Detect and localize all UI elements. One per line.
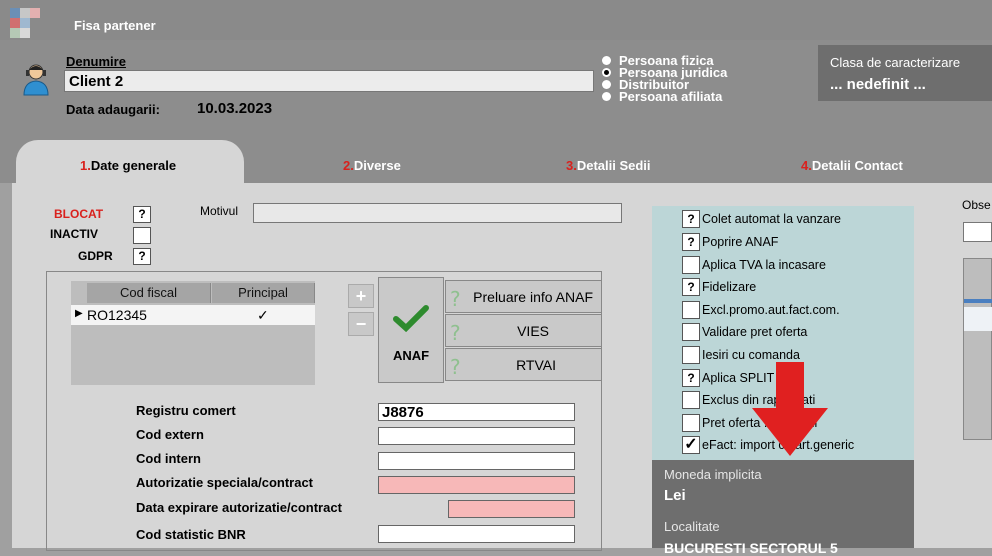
- cod-intern-input[interactable]: [378, 452, 575, 470]
- inactiv-checkbox[interactable]: [133, 227, 151, 244]
- cod-statistic-bnr-input[interactable]: [378, 525, 575, 543]
- app-icon: [10, 8, 50, 40]
- autorizatie-label: Autorizatie speciala/contract: [136, 475, 313, 490]
- cod-fiscal-grid[interactable]: Cod fiscal Principal ▶ RO12345 ✓: [71, 281, 315, 385]
- tab-date-generale-label: 1.Date generale: [80, 158, 177, 173]
- radio-label: Persoana afiliata: [619, 88, 723, 104]
- observatii-input[interactable]: [963, 222, 992, 242]
- option-excl-promo[interactable]: Excl.promo.aut.fact.com.: [682, 301, 840, 319]
- inactiv-label: INACTIV: [50, 227, 98, 241]
- option-checkbox[interactable]: [682, 414, 700, 432]
- option-checkbox[interactable]: ?: [682, 210, 700, 228]
- preluare-info-anaf-button[interactable]: ? Preluare info ANAF: [445, 280, 602, 313]
- anaf-label: ANAF: [393, 348, 430, 363]
- moneda-implicita[interactable]: Moneda implicita Lei: [652, 460, 914, 512]
- rtvai-button[interactable]: ? RTVAI: [445, 348, 602, 381]
- data-adaugarii-value: 10.03.2023: [197, 100, 273, 117]
- cod-statistic-bnr-label: Cod statistic BNR: [136, 527, 246, 542]
- gdpr-checkbox[interactable]: ?: [133, 248, 151, 265]
- denumire-input[interactable]: Client 2: [64, 70, 594, 92]
- option-poprire-anaf[interactable]: ? Poprire ANAF: [682, 233, 778, 251]
- cod-fiscal-cell: RO12345: [87, 307, 147, 323]
- radio-dot: [602, 55, 611, 65]
- anaf-button[interactable]: ANAF: [378, 277, 444, 383]
- localitate-label: Localitate: [664, 519, 720, 534]
- option-colet-automat[interactable]: ? Colet automat la vanzare: [682, 210, 841, 228]
- data-adaugarii-label: Data adaugarii:: [66, 102, 160, 117]
- vies-button[interactable]: ? VIES: [445, 314, 602, 347]
- grid-row-controls: + −: [348, 284, 376, 336]
- tab-diverse[interactable]: 2.Diverse: [343, 158, 401, 173]
- option-checkbox[interactable]: [682, 323, 700, 341]
- localitate[interactable]: Localitate BUCURESTI SECTORUL 5: [652, 512, 914, 556]
- registru-comert-input[interactable]: J8876: [378, 403, 575, 421]
- moneda-value: Lei: [664, 487, 686, 504]
- gdpr-label: GDPR: [78, 249, 113, 263]
- data-expirare-input[interactable]: [448, 500, 575, 518]
- clasa-label: Clasa de caracterizare: [830, 55, 961, 70]
- radio-persoana-afiliata[interactable]: Persoana afiliata: [602, 88, 727, 104]
- question-icon: ?: [450, 321, 461, 345]
- option-checkbox[interactable]: [682, 346, 700, 364]
- user-icon: [23, 64, 49, 96]
- radio-dot-selected: [602, 67, 611, 77]
- add-row-button[interactable]: +: [348, 284, 374, 308]
- option-checkbox[interactable]: [682, 391, 700, 409]
- option-checkbox[interactable]: ?: [682, 278, 700, 296]
- table-row[interactable]: ▶ RO12345 ✓: [71, 305, 315, 325]
- radio-dot: [602, 91, 611, 101]
- motivul-input[interactable]: [253, 203, 622, 223]
- grid-selection-bar: [964, 299, 992, 303]
- cod-intern-label: Cod intern: [136, 451, 201, 466]
- option-checkbox[interactable]: ✓: [682, 436, 700, 454]
- option-checkbox[interactable]: ?: [682, 369, 700, 387]
- option-checkbox[interactable]: [682, 256, 700, 274]
- blocat-label: BLOCAT: [54, 207, 104, 221]
- observatii-label: Obse: [962, 198, 991, 212]
- checkmark-icon: [393, 305, 429, 332]
- localitate-value: BUCURESTI SECTORUL 5: [664, 540, 838, 556]
- tab-detalii-sedii[interactable]: 3.Detalii Sedii: [566, 158, 651, 173]
- autorizatie-input[interactable]: [378, 476, 575, 494]
- option-validare-pret[interactable]: Validare pret oferta: [682, 323, 807, 341]
- radio-dot: [602, 79, 611, 89]
- question-icon: ?: [450, 287, 461, 311]
- grid-row: [964, 307, 992, 331]
- option-checkbox[interactable]: [682, 301, 700, 319]
- remove-row-button[interactable]: −: [348, 312, 374, 336]
- cod-extern-label: Cod extern: [136, 427, 204, 442]
- observatii-grid[interactable]: [963, 258, 992, 440]
- tab-detalii-contact[interactable]: 4.Detalii Contact: [801, 158, 903, 173]
- blocat-checkbox[interactable]: ?: [133, 206, 151, 223]
- data-expirare-label: Data expirare autorizatie/contract: [136, 500, 342, 515]
- option-tva-incasare[interactable]: Aplica TVA la incasare: [682, 256, 826, 274]
- cod-extern-input[interactable]: [378, 427, 575, 445]
- partner-type-radio-group: Persoana fizica Persoana juridica Distri…: [602, 53, 727, 104]
- denumire-label: Denumire: [66, 54, 126, 69]
- grid-header-principal[interactable]: Principal: [212, 283, 315, 303]
- option-fidelizare[interactable]: ? Fidelizare: [682, 278, 756, 296]
- grid-header-cod-fiscal[interactable]: Cod fiscal: [87, 283, 211, 303]
- principal-cell: ✓: [257, 307, 269, 323]
- clasa-caracterizare[interactable]: Clasa de caracterizare ... nedefinit ...: [818, 45, 992, 101]
- clasa-value: ... nedefinit ...: [830, 76, 926, 93]
- red-arrow-annotation: [752, 362, 828, 456]
- moneda-label: Moneda implicita: [664, 467, 762, 482]
- row-pointer-icon: ▶: [75, 308, 83, 319]
- question-icon: ?: [450, 355, 461, 379]
- registru-comert-label: Registru comert: [136, 403, 236, 418]
- option-checkbox[interactable]: ?: [682, 233, 700, 251]
- window-title: Fisa partener: [74, 18, 156, 33]
- motivul-label: Motivul: [200, 204, 239, 218]
